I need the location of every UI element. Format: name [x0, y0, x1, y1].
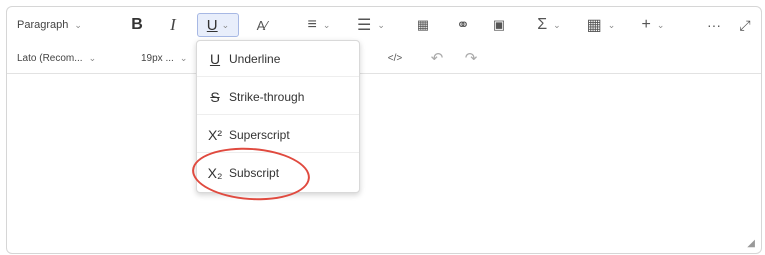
chevron-down-icon: ⌄: [322, 19, 331, 30]
plus-icon: +: [641, 16, 651, 33]
chevron-down-icon: ⌄: [553, 19, 561, 30]
chevron-down-icon: ⌄: [221, 19, 230, 30]
source-code-button[interactable]: </>: [385, 49, 405, 67]
fullscreen-button[interactable]: ⤢: [735, 15, 755, 35]
equation-dropdown[interactable]: Σ ⌄: [531, 15, 567, 35]
chevron-down-icon: ⌄: [179, 52, 188, 63]
clear-format-button[interactable]: A⁄: [251, 15, 273, 35]
underline-icon: U: [209, 50, 221, 67]
bullet-list-icon: ☰: [357, 17, 372, 34]
rich-text-editor: Paragraph ⌄ B I U ⌄ A⁄ ≡ ⌄ ☰ ⌄ ▦ ⚭ ▣ Σ ⌄…: [6, 6, 762, 254]
resize-handle-icon[interactable]: ◢: [747, 238, 755, 249]
chevron-down-icon: ⌄: [656, 19, 665, 30]
font-size-dropdown[interactable]: 19px ... ⌄: [141, 49, 187, 67]
superscript-icon: X²: [208, 126, 222, 143]
chevron-down-icon: ⌄: [88, 52, 97, 63]
underline-icon: U: [206, 16, 218, 34]
menu-item-label: Strike-through: [229, 89, 305, 104]
toolbar-row-1: Paragraph ⌄ B I U ⌄ A⁄ ≡ ⌄ ☰ ⌄ ▦ ⚭ ▣ Σ ⌄…: [7, 7, 761, 43]
undo-icon: ↶: [430, 50, 444, 67]
insert-more-dropdown[interactable]: + ⌄: [635, 15, 671, 35]
italic-icon: I: [170, 15, 176, 34]
font-family-label: Lato (Recom...: [17, 52, 83, 64]
undo-button[interactable]: ↶: [427, 49, 447, 67]
redo-button[interactable]: ↷: [461, 49, 481, 67]
chevron-down-icon: ⌄: [607, 19, 616, 30]
clear-format-icon: A⁄: [256, 17, 268, 33]
align-left-icon: ≡: [307, 16, 317, 33]
toolbar-row-2: Lato (Recom... ⌄ 19px ... ⌄ </> ↶ ↷: [7, 43, 761, 74]
insert-stuff-button[interactable]: ▦: [413, 15, 433, 35]
menu-item-label: Underline: [229, 51, 281, 66]
block-format-dropdown[interactable]: Paragraph ⌄: [17, 15, 82, 35]
insert-media-button[interactable]: ▣: [489, 15, 509, 35]
table-dropdown[interactable]: ▦ ⌄: [583, 15, 619, 35]
list-dropdown[interactable]: ☰ ⌄: [353, 15, 389, 35]
link-icon: ⚭: [456, 17, 470, 34]
media-icon: ▣: [492, 17, 506, 32]
font-size-label: 19px ...: [141, 52, 174, 64]
menu-item-underline[interactable]: U Underline: [197, 41, 359, 77]
more-options-button[interactable]: ···: [703, 15, 725, 35]
underline-dropdown-button[interactable]: U ⌄: [197, 13, 239, 37]
apps-icon: ▦: [416, 17, 430, 32]
editor-content-area[interactable]: [7, 74, 761, 252]
table-icon: ▦: [586, 17, 602, 34]
strikethrough-icon: S: [210, 88, 220, 105]
sigma-icon: Σ: [537, 16, 548, 33]
font-family-dropdown[interactable]: Lato (Recom... ⌄: [17, 49, 96, 67]
block-format-label: Paragraph: [17, 19, 69, 31]
menu-item-label: Superscript: [229, 127, 290, 142]
menu-item-superscript[interactable]: X² Superscript: [197, 117, 359, 153]
bold-button[interactable]: B: [127, 15, 147, 35]
chevron-down-icon: ⌄: [377, 19, 385, 30]
italic-button[interactable]: I: [163, 15, 183, 35]
align-dropdown[interactable]: ≡ ⌄: [301, 15, 337, 35]
chevron-down-icon: ⌄: [74, 19, 82, 30]
code-icon: </>: [387, 52, 403, 64]
fullscreen-icon: ⤢: [739, 16, 751, 33]
redo-icon: ↷: [464, 50, 478, 67]
menu-item-strikethrough[interactable]: S Strike-through: [197, 79, 359, 115]
more-icon: ···: [707, 17, 721, 33]
insert-link-button[interactable]: ⚭: [453, 15, 473, 35]
bold-icon: B: [131, 16, 143, 33]
